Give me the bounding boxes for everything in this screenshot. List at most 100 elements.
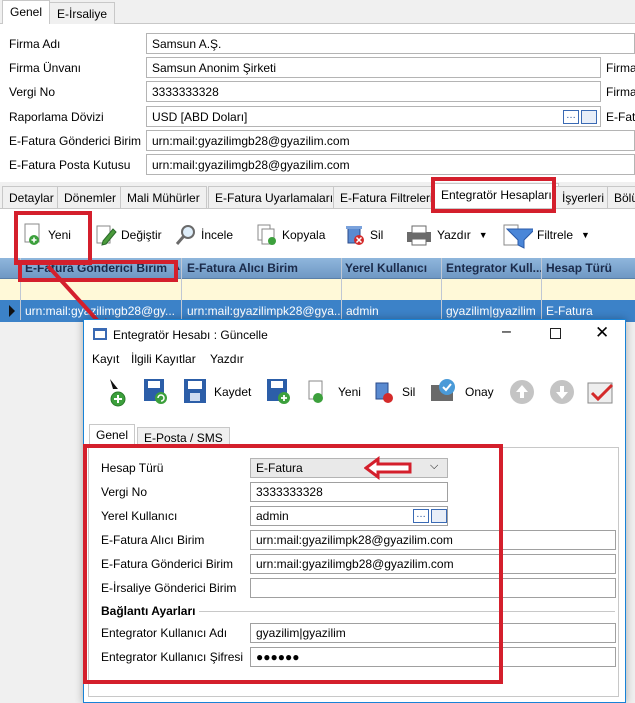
sil-button[interactable]: Sil [344, 221, 383, 249]
grid-divider [441, 258, 442, 320]
tab-isyerleri[interactable]: İşyerleri [555, 186, 612, 208]
printer-icon [405, 223, 433, 247]
window-app-icon [93, 328, 107, 340]
raporlama-dovizi-field[interactable]: USD [ABD Doları] [146, 106, 601, 127]
firma-right-label-1: Firma [606, 61, 635, 75]
filtrele-button[interactable]: Filtrele ▼ [503, 221, 590, 249]
gonderici-birim-label: E-Fatura Gönderici Birim [9, 134, 142, 148]
onay-button[interactable]: Onay [429, 376, 494, 408]
dialog-sil-button[interactable]: Sil [372, 376, 415, 408]
magnifier-icon [175, 223, 197, 247]
tab-efatura-uyarlamalari[interactable]: E-Fatura Uyarlamaları [208, 186, 341, 208]
col-yerel-kullanici[interactable]: Yerel Kullanıcı [345, 261, 427, 275]
menu-kayit[interactable]: Kayıt [92, 352, 119, 366]
move-down-button[interactable] [549, 376, 575, 408]
kopyala-label: Kopyala [282, 228, 326, 242]
row-indicator-icon [9, 305, 15, 317]
gonderici-birim-field[interactable]: urn:mail:gyazilimgb28@gyazilim.com [146, 130, 635, 151]
grid-divider [541, 258, 542, 320]
save-refresh-icon [144, 379, 167, 404]
dialog-yeni-label: Yeni [338, 385, 361, 399]
tab-mali-muhurler[interactable]: Mali Mühürler [120, 186, 207, 208]
degistir-button[interactable]: Değiştir [95, 221, 162, 249]
tab-detaylar[interactable]: Detaylar [2, 186, 61, 208]
col-hesap-turu[interactable]: Hesap Türü [546, 261, 612, 275]
save-new-button[interactable] [265, 376, 293, 408]
cell-alici: urn:mail:gyazilimpk28@gya... [187, 304, 340, 318]
firma-right-label-3: E-Fatu [606, 110, 635, 124]
incele-button[interactable]: İncele [175, 221, 233, 249]
firma-unvani-field[interactable]: Samsun Anonim Şirketi [146, 57, 601, 78]
posta-kutusu-label: E-Fatura Posta Kutusu [9, 158, 131, 172]
kaydet-button[interactable]: Kaydet [182, 376, 251, 408]
grid-divider [181, 258, 182, 320]
copy-icon [256, 223, 278, 247]
dialog-titlebar[interactable]: Entegratör Hesabı : Güncelle – ✕ [84, 320, 625, 349]
highlight-yeni-button [14, 211, 92, 265]
vergi-no-label: Vergi No [9, 85, 56, 99]
company-form: Firma Adı Samsun A.Ş. Firma Ünvanı Samsu… [0, 24, 635, 182]
new-document-icon [308, 380, 323, 403]
posta-kutusu-field[interactable]: urn:mail:gyazilimgb28@gyazilim.com [146, 154, 635, 175]
highlight-dialog-form [83, 444, 503, 684]
raporlama-dovizi-label: Raporlama Dövizi [9, 110, 104, 124]
tab-genel[interactable]: Genel [2, 0, 51, 25]
approve-stamp-icon [431, 379, 455, 401]
sil-label: Sil [370, 228, 384, 242]
top-tabstrip: Genel E-İrsaliye [0, 0, 635, 25]
filter-icon [503, 223, 537, 249]
firma-adi-label: Firma Adı [9, 37, 61, 51]
tab-donemler[interactable]: Dönemler [57, 186, 124, 208]
grid-divider [341, 258, 342, 320]
degistir-label: Değiştir [121, 228, 162, 242]
yazdir-label: Yazdır [437, 228, 471, 242]
dialog-title: Entegratör Hesabı : Güncelle [113, 328, 268, 342]
dialog-yeni-button[interactable]: Yeni [306, 376, 361, 408]
col-alici-birim[interactable]: E-Fatura Alıcı Birim [187, 261, 298, 275]
onay-label: Onay [465, 385, 494, 399]
left-arrow-annotation-icon [364, 456, 412, 480]
main-toolbar: Yeni Değiştir İncele Kopyala Sil Yazdır … [0, 208, 635, 258]
save-new-icon [267, 379, 290, 404]
kaydet-label: Kaydet [214, 385, 252, 399]
incele-label: İncele [201, 228, 234, 242]
arrow-up-icon [510, 380, 534, 404]
trash-delete-icon [375, 382, 393, 403]
firma-unvani-label: Firma Ünvanı [9, 61, 82, 75]
close-icon[interactable]: ✕ [595, 323, 609, 343]
menu-ilgili-kayitlar[interactable]: İlgili Kayıtlar [131, 352, 196, 366]
cell-hesap-turu: E-Fatura [546, 304, 593, 318]
chevron-down-icon[interactable]: ▼ [581, 230, 590, 240]
save-close-button[interactable] [142, 376, 170, 408]
col-entegrator-kullanici[interactable]: Entegrator Kull... [446, 261, 543, 275]
cell-yerel-kullanici: admin [346, 304, 379, 318]
firma-right-label-2: Firma [606, 85, 635, 99]
dialog-toolbar: Kaydet Yeni Sil Onay [84, 369, 625, 415]
filtrele-label: Filtrele [537, 228, 574, 242]
dialog-add-button[interactable] [108, 376, 132, 408]
save-icon [184, 379, 206, 403]
checklist-icon [587, 382, 614, 404]
chevron-down-icon[interactable]: ▼ [479, 230, 488, 240]
checklist-button[interactable] [586, 376, 616, 408]
vergi-no-field[interactable]: 3333333328 [146, 81, 601, 102]
tab-bolumler[interactable]: Bölü [607, 186, 635, 208]
trash-delete-icon [344, 223, 366, 247]
minimize-icon[interactable]: – [502, 323, 511, 341]
dialog-menubar: Kayıt İlgili Kayıtlar Yazdır [84, 349, 625, 369]
dialog-sil-label: Sil [402, 385, 416, 399]
tab-efatura-filtreleri[interactable]: E-Fatura Filtreleri [333, 186, 440, 208]
doviz-ellipsis-button[interactable]: … [563, 110, 579, 124]
maximize-icon[interactable] [550, 328, 561, 339]
move-up-button[interactable] [509, 376, 535, 408]
yazdir-button[interactable]: Yazdır ▼ [405, 221, 488, 249]
doviz-picker-button[interactable] [581, 110, 597, 124]
highlight-entegrator-tab [431, 177, 556, 213]
kopyala-button[interactable]: Kopyala [256, 221, 325, 249]
cursor-add-icon [110, 379, 126, 407]
menu-yazdir[interactable]: Yazdır [210, 352, 244, 366]
cell-entegrator-kullanici: gyazilim|gyazilim [446, 304, 536, 318]
firma-adi-field[interactable]: Samsun A.Ş. [146, 33, 635, 54]
edit-icon [95, 223, 117, 247]
tab-e-irsaliye[interactable]: E-İrsaliye [49, 2, 116, 24]
